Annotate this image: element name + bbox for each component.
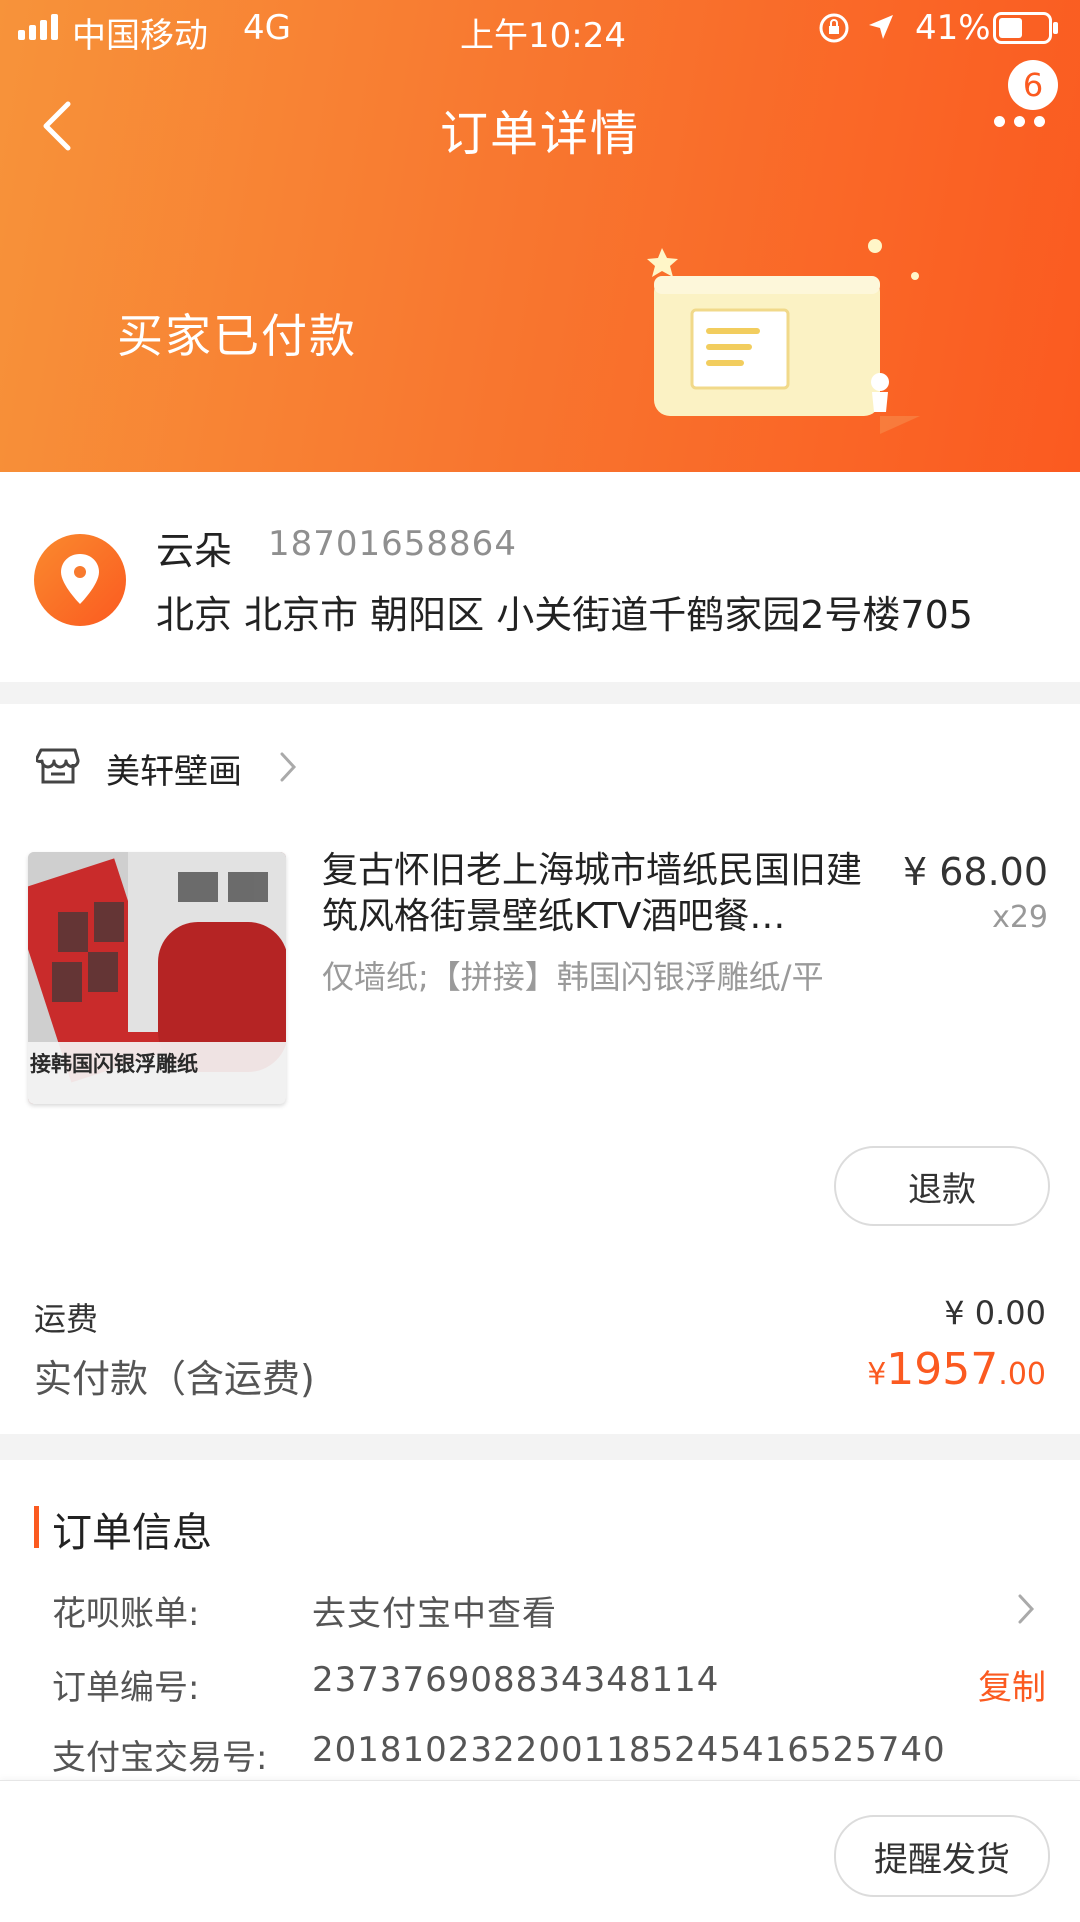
recipient-phone: 18701658864 [268, 524, 517, 564]
info-label: 订单编号: [52, 1668, 200, 1708]
battery-percent: 41% [915, 8, 991, 48]
product-title[interactable]: 复古怀旧老上海城市墙纸民国旧建筑风格街景壁纸KTV酒吧餐… [322, 848, 862, 940]
address-card[interactable]: 云朵 18701658864 北京 北京市 朝阳区 小关街道千鹤家园2号楼705 [0, 472, 1080, 682]
battery-icon [993, 12, 1059, 48]
shop-name[interactable]: 美轩壁画 [106, 744, 242, 793]
info-value: 去支付宝中查看 [312, 1594, 557, 1634]
order-header: 中国移动 4G 上午10:24 41% 订单详情 6 买家已付款 [0, 0, 1080, 472]
refund-button-label: 退款 [908, 1169, 976, 1210]
total-amount: ¥1957.00 [867, 1344, 1046, 1395]
recipient-name: 云朵 [156, 529, 233, 573]
info-row-order-number: 订单编号: 237376908834348114 复制 [0, 1660, 1080, 1720]
recipient-address: 北京 北京市 朝阳区 小关街道千鹤家园2号楼705 [156, 593, 973, 637]
order-info-card: 订单信息 花呗账单: 去支付宝中查看 订单编号: 237376908834348… [0, 1460, 1080, 1780]
product-quantity: x29 [992, 900, 1048, 935]
shipping-label: 运费 [34, 1300, 99, 1338]
location-pin-icon [34, 534, 126, 626]
product-price: ¥ 68.00 [902, 850, 1048, 894]
rotation-lock-icon [818, 12, 850, 48]
info-row-huabei[interactable]: 花呗账单: 去支付宝中查看 [0, 1586, 1080, 1646]
shipping-value: ¥ 0.00 [944, 1294, 1046, 1332]
message-count-badge: 6 [1008, 60, 1058, 110]
more-button[interactable]: 6 [980, 60, 1060, 140]
network-label: 4G [243, 8, 291, 48]
package-illustration [640, 236, 940, 436]
refund-button[interactable]: 退款 [834, 1146, 1050, 1226]
info-label: 花呗账单: [52, 1594, 200, 1634]
chevron-right-icon [1016, 1592, 1038, 1630]
clock: 上午10:24 [460, 16, 626, 56]
info-value: 237376908834348114 [312, 1660, 720, 1700]
total-currency: ¥ [867, 1357, 887, 1392]
thumbnail-caption: 接韩国闪银浮雕纸 [30, 1052, 198, 1076]
more-dots-icon [994, 116, 1045, 127]
order-status-label: 买家已付款 [117, 309, 357, 363]
order-info-title: 订单信息 [52, 1510, 212, 1556]
copy-button[interactable]: 复制 [978, 1660, 1046, 1709]
signal-icon [18, 14, 58, 40]
product-thumbnail[interactable]: 接韩国闪银浮雕纸 [28, 852, 286, 1104]
section-title-marker [34, 1506, 39, 1548]
shop-icon [34, 744, 80, 792]
info-value: 2018102322001185245416525740 [312, 1730, 946, 1770]
info-label: 支付宝交易号: [52, 1738, 268, 1778]
total-decimal: .00 [998, 1357, 1046, 1392]
chevron-right-icon[interactable] [278, 750, 300, 788]
product-sku: 仅墙纸;【拼接】韩国闪银浮雕纸/平 [322, 958, 824, 996]
page-title: 订单详情 [439, 106, 640, 162]
total-label: 实付款（含运费) [34, 1357, 315, 1401]
remind-shipping-label: 提醒发货 [874, 1839, 1010, 1880]
info-row-alipay: 支付宝交易号: 2018102322001185245416525740 [0, 1730, 1080, 1780]
bottom-action-bar: 提醒发货 [0, 1780, 1080, 1922]
remind-shipping-button[interactable]: 提醒发货 [834, 1815, 1050, 1897]
carrier-label: 中国移动 [72, 16, 208, 56]
total-integer: 1957 [886, 1344, 999, 1395]
order-item-card: 美轩壁画 接韩国闪银浮雕纸 复古怀旧老上海城市墙纸民国旧建筑风格街景壁纸KTV酒… [0, 704, 1080, 1434]
location-arrow-icon [866, 12, 896, 46]
